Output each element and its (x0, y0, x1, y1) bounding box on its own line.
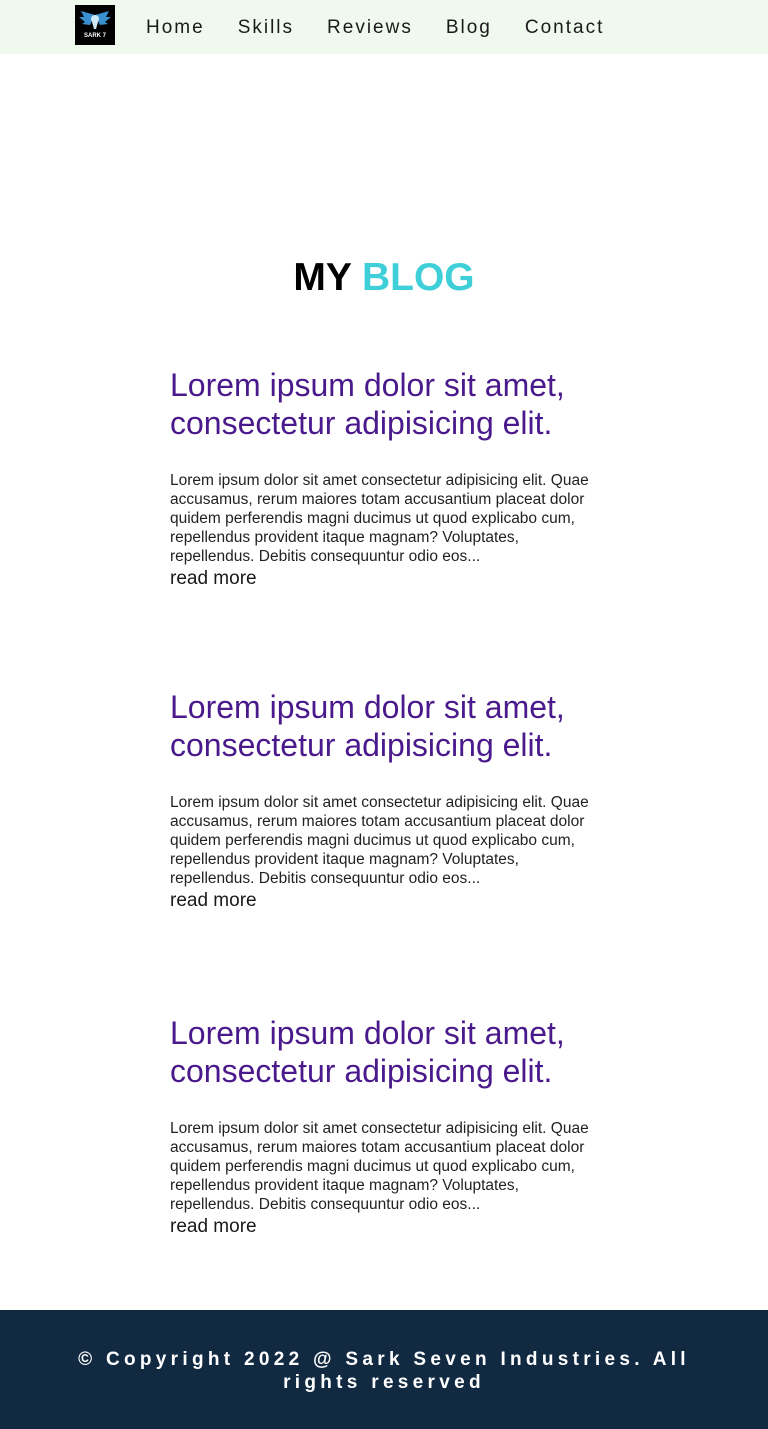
nav-link-blog[interactable]: Blog (446, 16, 492, 40)
title-part-blog: BLOG (361, 256, 475, 299)
nav-link-skills[interactable]: Skills (238, 16, 294, 40)
logo-wordmark: SARK 7 (84, 33, 107, 39)
post-title[interactable]: Lorem ipsum dolor sit amet, consectetur … (170, 1014, 590, 1090)
read-more-link[interactable]: read more (170, 1216, 590, 1238)
blog-post: Lorem ipsum dolor sit amet, consectetur … (170, 1014, 590, 1238)
blog-post: Lorem ipsum dolor sit amet, consectetur … (170, 366, 590, 590)
post-title[interactable]: Lorem ipsum dolor sit amet, consectetur … (170, 688, 590, 764)
winged-logo-icon: SARK 7 (79, 11, 111, 39)
copyright-text: © Copyright 2022 @ Sark Seven Industries… (78, 1349, 690, 1393)
nav-link-contact[interactable]: Contact (525, 16, 604, 40)
read-more-link[interactable]: read more (170, 568, 590, 590)
post-excerpt: Lorem ipsum dolor sit amet consectetur a… (170, 472, 589, 565)
nav-link-home[interactable]: Home (146, 16, 205, 40)
post-excerpt: Lorem ipsum dolor sit amet consectetur a… (170, 794, 589, 887)
navbar: SARK 7 Home Skills Reviews Blog Contact (0, 0, 768, 54)
main-nav: Home Skills Reviews Blog Contact (146, 16, 637, 40)
blog-section-title: MY BLOG (0, 256, 768, 300)
title-part-my: MY (293, 256, 352, 299)
site-footer: © Copyright 2022 @ Sark Seven Industries… (0, 1310, 768, 1429)
post-title[interactable]: Lorem ipsum dolor sit amet, consectetur … (170, 366, 590, 442)
read-more-link[interactable]: read more (170, 890, 590, 912)
blog-post: Lorem ipsum dolor sit amet, consectetur … (170, 688, 590, 912)
brand-logo[interactable]: SARK 7 (75, 5, 115, 45)
post-excerpt: Lorem ipsum dolor sit amet consectetur a… (170, 1120, 589, 1213)
nav-link-reviews[interactable]: Reviews (327, 16, 413, 40)
